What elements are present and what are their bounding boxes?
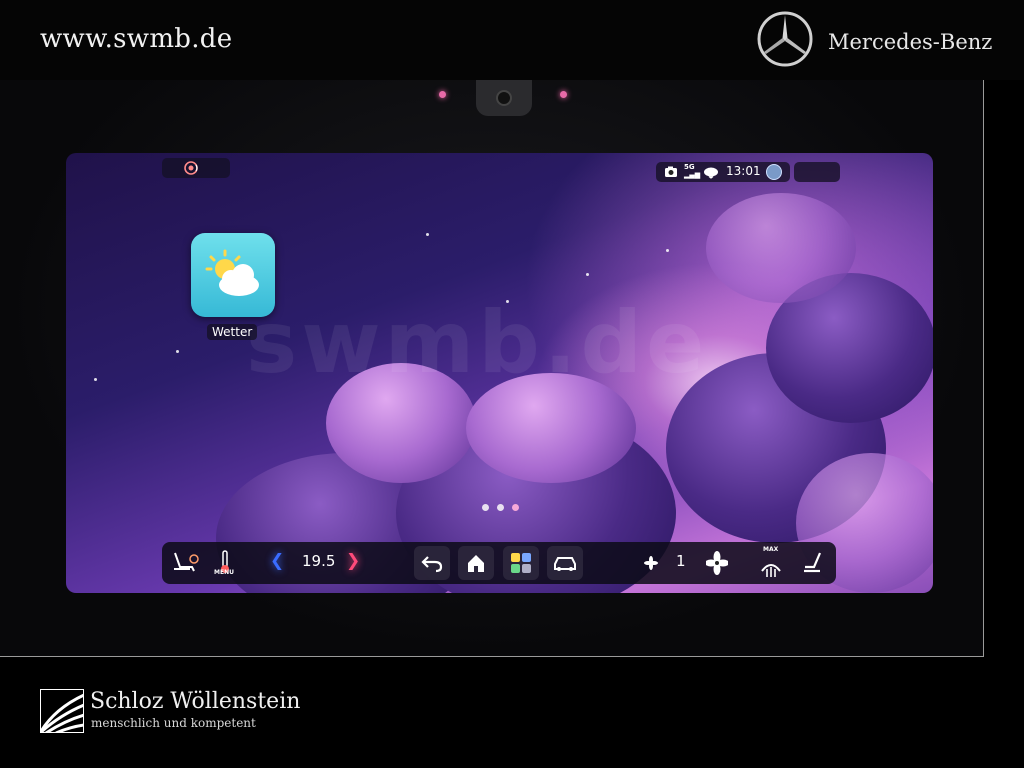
home-button[interactable]: [458, 546, 494, 580]
brand-name: Mercedes-Benz: [828, 30, 993, 54]
star: [586, 273, 589, 276]
weather-app-tile[interactable]: [191, 233, 275, 317]
mercedes-star-icon: [757, 11, 813, 67]
cloud-shape: [706, 193, 856, 303]
watermark: swmb.de: [246, 293, 709, 393]
site-url[interactable]: www.swmb.de: [40, 24, 232, 54]
page-dot[interactable]: [497, 504, 504, 511]
star: [426, 233, 429, 236]
chevron-right-icon[interactable]: ❯: [346, 551, 360, 571]
fan-large-icon[interactable]: [706, 549, 728, 577]
star: [666, 249, 669, 252]
back-icon: [421, 556, 443, 573]
climate-menu-label[interactable]: MENU: [214, 569, 234, 576]
defrost-icon[interactable]: [760, 554, 782, 582]
cloud-icon: [704, 167, 718, 179]
dealer-footer: Schloz Wöllenstein menschlich und kompet…: [0, 657, 1024, 768]
temperature-value: 19.5: [302, 552, 336, 570]
display-photo: swmb.de 5G ▂▄▆ 13:01 Wetter MENU ❮ 19.5 …: [0, 80, 984, 657]
climate-dock: MENU ❮ 19.5 ❯ 1 MAX: [162, 542, 836, 584]
clock: 13:01: [726, 164, 761, 178]
status-left-pill[interactable]: [162, 158, 230, 178]
vehicle-button[interactable]: [547, 546, 583, 580]
seat-icon[interactable]: [802, 549, 826, 577]
5g-icon: 5G ▂▄▆: [684, 163, 701, 179]
voice-assistant-icon: [184, 161, 198, 175]
fan-small-icon[interactable]: [644, 549, 658, 577]
camera-led-left: [439, 91, 446, 98]
camera-led-right: [560, 91, 567, 98]
dealer-name: Schloz Wöllenstein: [90, 689, 301, 714]
page-indicator: [482, 504, 522, 512]
home-icon: [468, 555, 484, 572]
dealer-tagline: menschlich und kompetent: [91, 716, 256, 730]
dealer-header: www.swmb.de Mercedes-Benz: [0, 0, 1024, 80]
max-defrost-label[interactable]: MAX: [763, 546, 778, 553]
wallpaper-thumbnail[interactable]: [794, 162, 840, 182]
profile-avatar[interactable]: [766, 164, 782, 180]
page-dot-active[interactable]: [512, 504, 519, 511]
seat-climate-icon[interactable]: [170, 549, 200, 577]
dealer-logo-icon: [40, 689, 84, 733]
car-icon: [554, 557, 576, 571]
chevron-left-icon[interactable]: ❮: [270, 551, 284, 571]
fan-level-value: 1: [676, 552, 686, 570]
network-label: 5G: [684, 163, 695, 171]
page-dot[interactable]: [482, 504, 489, 511]
apps-grid-icon: [511, 553, 531, 573]
apps-button[interactable]: [503, 546, 539, 580]
back-button[interactable]: [414, 546, 450, 580]
camera-icon: [665, 166, 677, 177]
weather-app-label[interactable]: Wetter: [207, 324, 258, 340]
star: [176, 350, 179, 353]
star: [94, 378, 97, 381]
status-right-pill[interactable]: 5G ▂▄▆ 13:01: [656, 162, 790, 182]
infotainment-screen: swmb.de 5G ▂▄▆ 13:01 Wetter MENU ❮ 19.5 …: [66, 153, 933, 593]
weather-icon: [205, 249, 259, 296]
camera-lens-icon: [496, 90, 512, 106]
